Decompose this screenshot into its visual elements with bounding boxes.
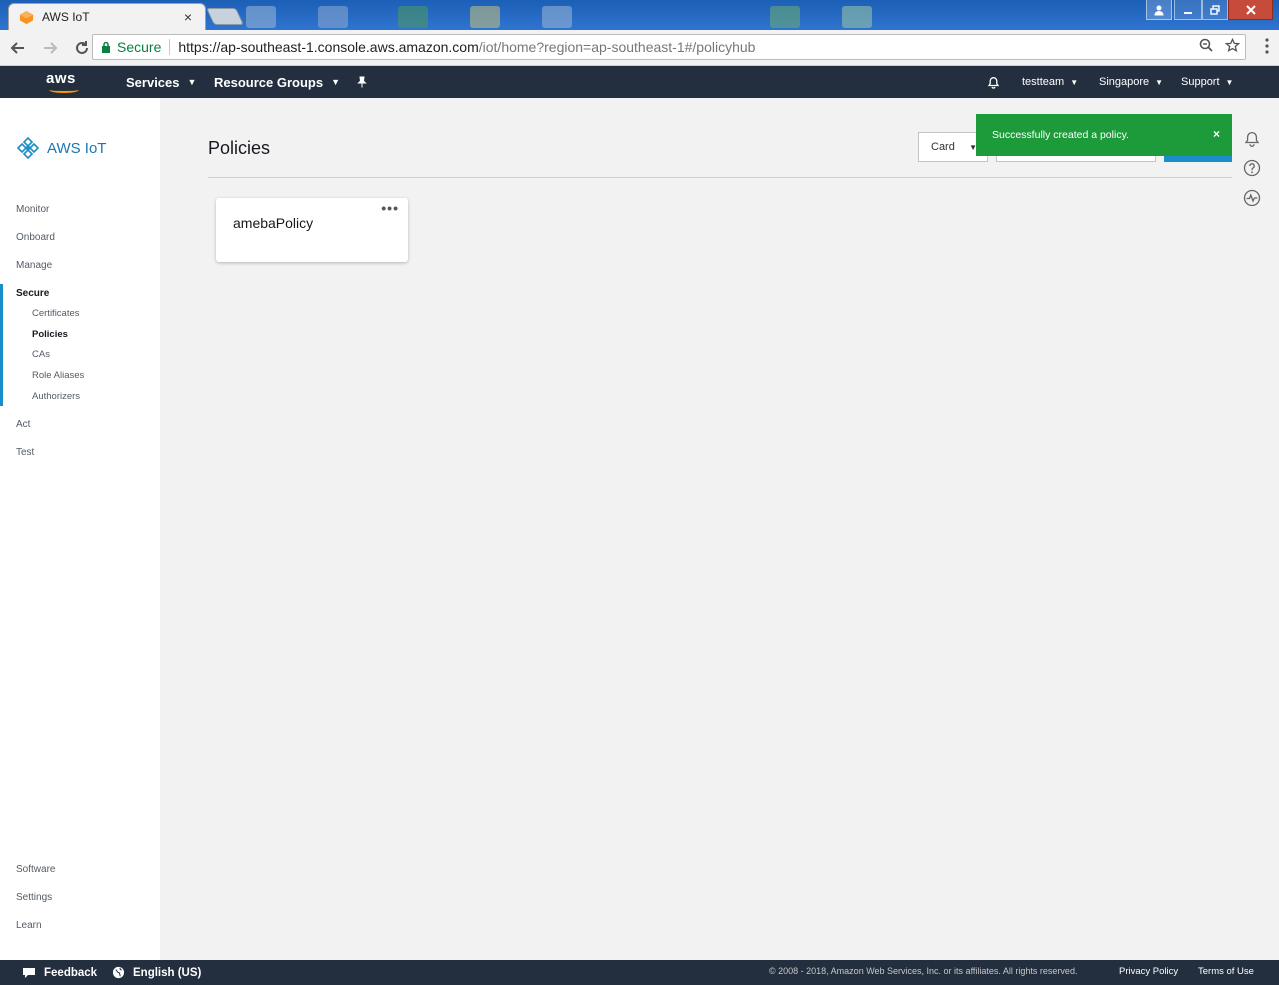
chevron-down-icon: ▼ [1155,77,1164,87]
aws-top-nav: aws Services ▼ Resource Groups ▼ testteam ▼… [0,66,1279,98]
taskbar-thumbnail [470,6,500,28]
active-section-indicator [0,284,3,406]
forward-icon[interactable] [36,34,64,62]
aws-iot-logo-icon [16,136,40,160]
aws-logo-text: aws [46,70,76,87]
menu-icon[interactable] [1265,38,1269,58]
sidebar-item-software[interactable]: Software [16,864,55,875]
services-label: Services [126,74,180,90]
view-mode-value: Card [931,141,955,153]
tab-close-icon[interactable]: × [181,9,195,25]
region-menu[interactable]: Singapore ▼ [1099,66,1163,98]
sidebar-subitem-certificates[interactable]: Certificates [32,308,80,319]
restore-icon[interactable] [1202,0,1228,20]
policy-card[interactable]: amebaPolicy ••• [216,198,408,262]
aws-favicon-icon [19,10,34,24]
url-path: /iot/home?region=ap-southeast-1#/policyh… [478,39,756,55]
chevron-down-icon: ▼ [187,77,197,87]
copyright-text: © 2008 - 2018, Amazon Web Services, Inc.… [769,966,1078,976]
lock-icon [102,41,110,53]
sidebar-item-settings[interactable]: Settings [16,892,52,903]
feedback-label: Feedback [44,966,98,979]
tab-title: AWS IoT [42,10,90,24]
globe-icon [112,966,125,979]
minimize-icon[interactable] [1174,0,1202,20]
taskbar-thumbnail [246,6,276,28]
resource-groups-menu[interactable]: Resource Groups ▼ [214,66,340,98]
account-menu[interactable]: testteam ▼ [1022,66,1078,98]
sidebar-item-secure[interactable]: Secure [16,288,49,299]
account-label: testteam [1022,76,1065,88]
star-icon[interactable] [1219,37,1245,57]
browser-tab[interactable]: AWS IoT × [8,3,206,30]
secure-label: Secure [117,39,162,55]
privacy-policy-link[interactable]: Privacy Policy [1119,966,1178,977]
toast-message: Successfully created a policy. [992,129,1129,141]
taskbar-thumbnail [318,6,348,28]
window-titlebar: AWS IoT × [0,0,1279,30]
url-host: https://ap-southeast-1.console.aws.amazo… [178,39,479,55]
taskbar-thumbnail [770,6,800,28]
language-selector[interactable]: English (US) [112,960,201,985]
taskbar-thumbnail [842,6,872,28]
brand-title: AWS IoT [47,139,107,157]
resource-groups-label: Resource Groups [214,74,324,90]
bell-icon[interactable] [987,66,1000,98]
zoom-icon[interactable] [1193,38,1219,56]
chevron-down-icon: ▼ [331,77,341,87]
pin-icon[interactable] [356,66,368,98]
toast-close-icon[interactable]: × [1213,127,1220,141]
services-menu[interactable]: Services ▼ [126,66,196,98]
window-close-icon[interactable] [1228,0,1273,20]
sidebar-item-manage[interactable]: Manage [16,260,52,271]
sidebar-item-monitor[interactable]: Monitor [16,204,49,215]
support-menu[interactable]: Support ▼ [1181,66,1233,98]
chevron-down-icon: ▼ [1225,77,1234,87]
page-title: Policies [208,138,271,158]
notification-bell-icon[interactable] [1243,129,1261,147]
browser-toolbar: Secure https://ap-southeast-1.console.aw… [0,30,1279,66]
sidebar-subitem-cas[interactable]: CAs [32,349,50,360]
sidebar-item-learn[interactable]: Learn [16,920,42,931]
taskbar-thumbnail [398,6,428,28]
sidebar: AWS IoT Monitor Onboard Manage Secure Ce… [0,98,160,960]
footer: Feedback English (US) © 2008 - 2018, Ama… [0,960,1279,985]
feedback-icon [23,967,35,978]
back-icon[interactable] [4,34,32,62]
sidebar-item-act[interactable]: Act [16,419,30,430]
url-text: https://ap-southeast-1.console.aws.amazo… [178,39,1193,55]
language-label: English (US) [133,966,202,979]
aws-iot-brand[interactable]: AWS IoT [16,136,106,160]
activity-icon[interactable] [1243,189,1261,207]
new-tab-button[interactable] [206,8,244,25]
address-bar[interactable]: Secure https://ap-southeast-1.console.aw… [92,34,1246,60]
region-label: Singapore [1099,76,1150,88]
header-divider [208,177,1232,178]
sidebar-subitem-policies[interactable]: Policies [32,329,68,340]
sidebar-subitem-role-aliases[interactable]: Role Aliases [32,370,84,381]
support-label: Support [1181,76,1220,88]
sidebar-item-onboard[interactable]: Onboard [16,232,55,243]
policy-name[interactable]: amebaPolicy [233,215,313,231]
chevron-down-icon: ▼ [1070,77,1079,87]
aws-logo[interactable]: aws [46,70,84,94]
profile-icon[interactable] [1146,0,1172,20]
aws-smile-icon [49,87,79,93]
feedback-link[interactable]: Feedback [22,960,97,985]
help-icon[interactable] [1243,159,1261,177]
omnibox-divider [169,39,171,55]
success-toast: Successfully created a policy. × [976,114,1232,156]
sidebar-subitem-authorizers[interactable]: Authorizers [32,391,80,402]
sidebar-item-test[interactable]: Test [16,447,34,458]
more-options-icon[interactable]: ••• [381,200,399,216]
taskbar-thumbnail [542,6,572,28]
terms-of-use-link[interactable]: Terms of Use [1198,966,1254,977]
